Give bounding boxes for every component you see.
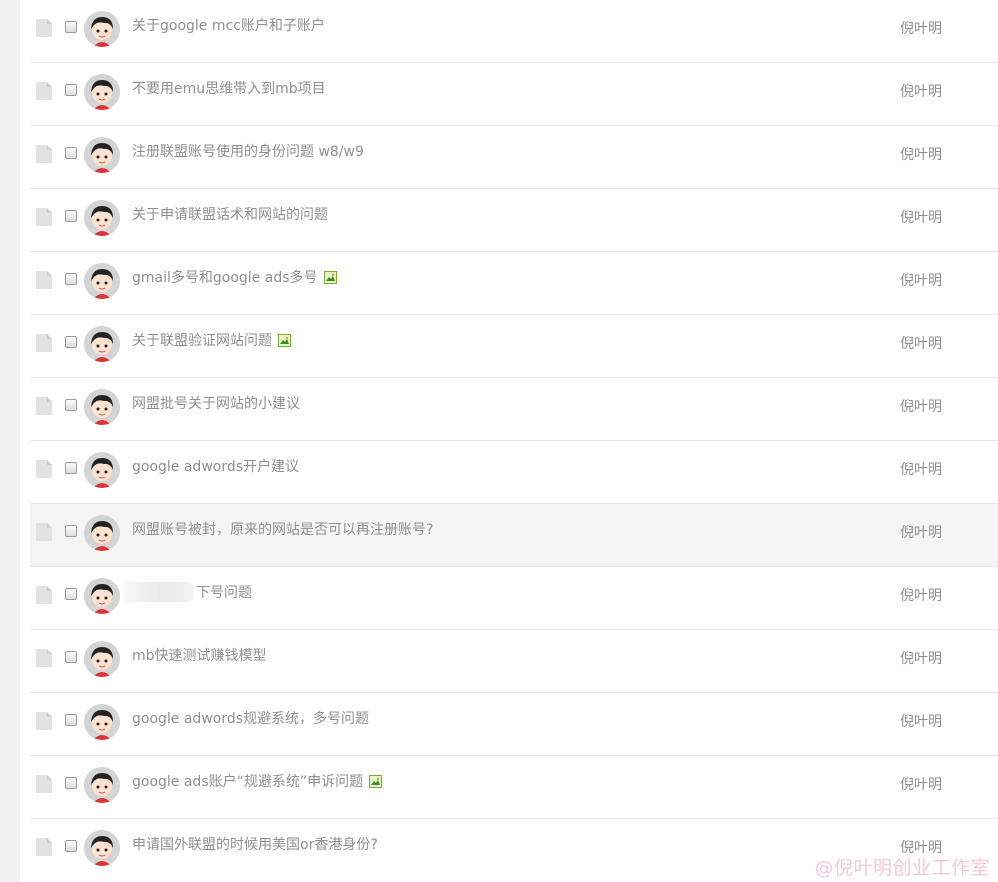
thread-row[interactable]: 下号问题 倪叶明 [30,567,998,630]
document-icon [36,838,52,856]
avatar[interactable] [84,137,120,173]
thread-author[interactable]: 倪叶明 [900,648,942,668]
thread-row[interactable]: google ads账户“规避系统”申诉问题 倪叶明 [30,756,998,819]
thread-title[interactable]: mb快速测试赚钱模型 [132,645,267,665]
avatar[interactable] [84,200,120,236]
row-checkbox[interactable] [65,651,77,663]
row-checkbox[interactable] [65,210,77,222]
document-icon [36,712,52,730]
avatar[interactable] [84,767,120,803]
thread-title[interactable]: 关于联盟验证网站问题 [132,330,291,350]
avatar[interactable] [84,641,120,677]
thread-title[interactable]: 申请国外联盟的时候用美国or香港身份? [132,834,378,854]
thread-title[interactable]: 下号问题 [122,582,252,602]
row-checkbox[interactable] [65,840,77,852]
document-icon [36,460,52,478]
document-icon [36,208,52,226]
thread-author[interactable]: 倪叶明 [900,18,942,38]
avatar[interactable] [84,263,120,299]
thread-title[interactable]: 关于google mcc账户和子账户 [132,15,325,35]
thread-row[interactable]: 注册联盟账号使用的身份问题 w8/w9 倪叶明 [30,126,998,189]
image-attachment-icon [278,333,291,347]
row-checkbox[interactable] [65,273,77,285]
thread-title[interactable]: gmail多号和google ads多号 [132,267,337,287]
thread-author[interactable]: 倪叶明 [900,522,942,542]
avatar[interactable] [84,11,120,47]
row-checkbox[interactable] [65,147,77,159]
thread-author[interactable]: 倪叶明 [900,396,942,416]
thread-row[interactable]: 关于申请联盟话术和网站的问题 倪叶明 [30,189,998,252]
thread-row[interactable]: gmail多号和google ads多号 倪叶明 [30,252,998,315]
document-icon [36,649,52,667]
thread-list: 关于google mcc账户和子账户 倪叶明 不要用emu思维带入到mb项目 倪… [30,0,998,881]
thread-row[interactable]: 网盟批号关于网站的小建议 倪叶明 [30,378,998,441]
thread-row[interactable]: 关于联盟验证网站问题 倪叶明 [30,315,998,378]
row-checkbox[interactable] [65,336,77,348]
thread-author[interactable]: 倪叶明 [900,459,942,479]
avatar[interactable] [84,389,120,425]
row-checkbox[interactable] [65,525,77,537]
thread-title[interactable]: 关于申请联盟话术和网站的问题 [132,204,328,224]
row-checkbox[interactable] [65,21,77,33]
thread-author[interactable]: 倪叶明 [900,333,942,353]
thread-row[interactable]: google adwords开户建议 倪叶明 [30,441,998,504]
row-checkbox[interactable] [65,777,77,789]
thread-title[interactable]: google adwords规避系统，多号问题 [132,708,369,728]
document-icon [36,334,52,352]
thread-row[interactable]: google adwords规避系统，多号问题 倪叶明 [30,693,998,756]
document-icon [36,82,52,100]
document-icon [36,145,52,163]
thread-author[interactable]: 倪叶明 [900,585,942,605]
document-icon [36,397,52,415]
thread-title[interactable]: 注册联盟账号使用的身份问题 w8/w9 [132,141,364,161]
document-icon [36,775,52,793]
document-icon [36,523,52,541]
watermark: @倪叶明创业工作室 [814,857,990,879]
left-sidebar-strip [0,0,20,882]
avatar[interactable] [84,452,120,488]
thread-row[interactable]: 关于google mcc账户和子账户 倪叶明 [30,0,998,63]
avatar[interactable] [84,578,120,614]
thread-title[interactable]: 网盟账号被封，原来的网站是否可以再注册账号? [132,519,433,539]
thread-author[interactable]: 倪叶明 [900,270,942,290]
avatar[interactable] [84,515,120,551]
document-icon [36,19,52,37]
row-checkbox[interactable] [65,588,77,600]
avatar[interactable] [84,326,120,362]
thread-author[interactable]: 倪叶明 [900,711,942,731]
thread-row[interactable]: mb快速测试赚钱模型 倪叶明 [30,630,998,693]
thread-author[interactable]: 倪叶明 [900,207,942,227]
avatar[interactable] [84,704,120,740]
thread-author[interactable]: 倪叶明 [900,81,942,101]
thread-title[interactable]: google ads账户“规避系统”申诉问题 [132,771,383,791]
thread-author[interactable]: 倪叶明 [900,144,942,164]
avatar[interactable] [84,74,120,110]
thread-title[interactable]: 网盟批号关于网站的小建议 [132,393,300,413]
avatar[interactable] [84,830,120,866]
document-icon [36,586,52,604]
thread-title[interactable]: google adwords开户建议 [132,456,299,476]
thread-title[interactable]: 不要用emu思维带入到mb项目 [132,78,326,98]
image-attachment-icon [323,270,337,284]
row-checkbox[interactable] [65,399,77,411]
row-checkbox[interactable] [65,84,77,96]
thread-row-highlighted[interactable]: 网盟账号被封，原来的网站是否可以再注册账号? 倪叶明 [30,504,998,567]
thread-row[interactable]: 不要用emu思维带入到mb项目 倪叶明 [30,63,998,126]
row-checkbox[interactable] [65,462,77,474]
image-attachment-icon [369,774,383,788]
thread-author[interactable]: 倪叶明 [900,774,942,794]
row-checkbox[interactable] [65,714,77,726]
redacted-blur [122,582,194,602]
document-icon [36,271,52,289]
